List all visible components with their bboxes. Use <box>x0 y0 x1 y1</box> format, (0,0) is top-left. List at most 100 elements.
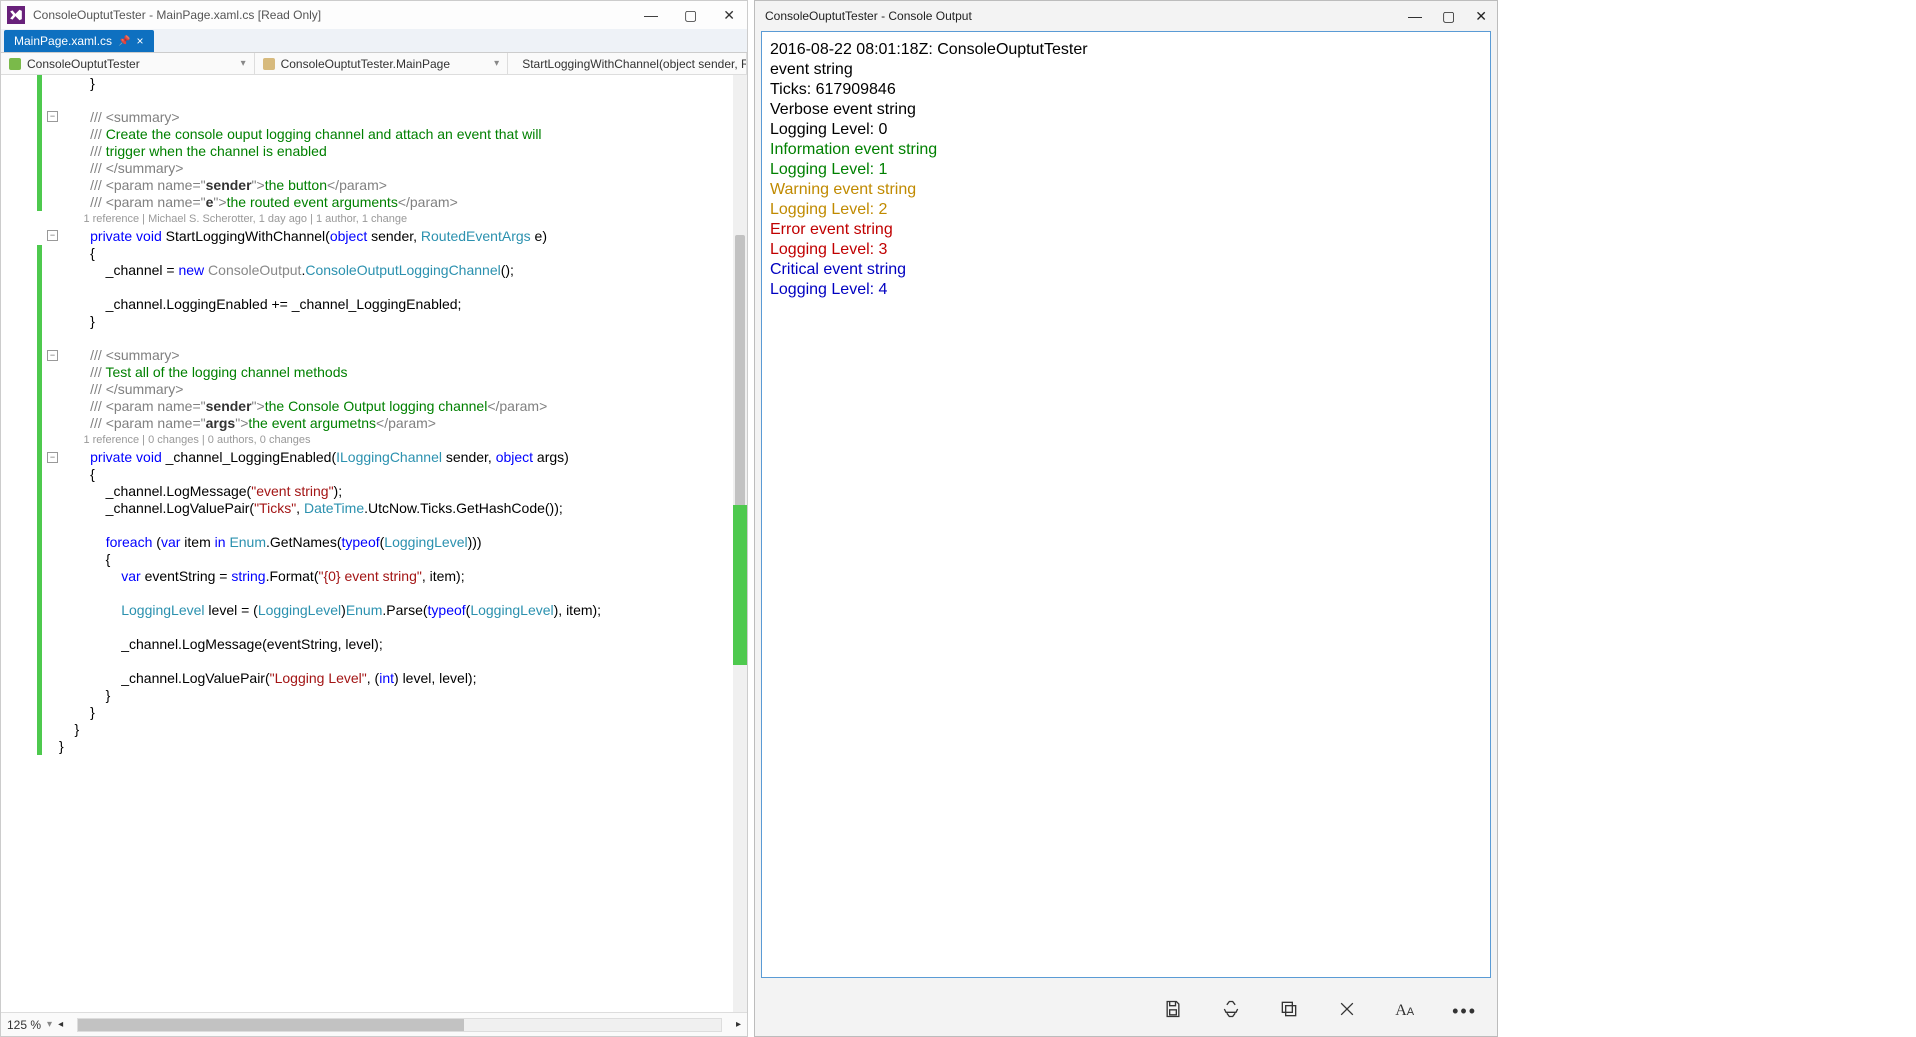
more-icon[interactable]: ••• <box>1452 1001 1477 1022</box>
code-line: } <box>59 738 747 755</box>
console-line: Logging Level: 2 <box>770 200 1482 220</box>
code-line: var eventString = string.Format("{0} eve… <box>59 568 747 585</box>
code-line: _channel.LogValuePair("Ticks", DateTime.… <box>59 500 747 517</box>
code-line: /// <summary> <box>59 347 747 364</box>
nav-type-dropdown[interactable]: ConsoleOuptutTester.MainPage ▾ <box>255 53 509 74</box>
scrollbar-thumb[interactable] <box>78 1019 464 1031</box>
copy-icon[interactable] <box>1279 999 1299 1024</box>
code-line: _channel.LogValuePair("Logging Level", (… <box>59 670 747 687</box>
close-button[interactable]: ✕ <box>717 7 741 24</box>
code-line <box>59 330 747 347</box>
code-line: _channel.LogMessage("event string"); <box>59 483 747 500</box>
code-line: { <box>59 466 747 483</box>
hscroll-left[interactable]: ◂ <box>58 1019 63 1030</box>
vs-title-text: ConsoleOuptutTester - MainPage.xaml.cs [… <box>33 8 638 22</box>
code-line: } <box>59 687 747 704</box>
console-line: Information event string <box>770 140 1482 160</box>
fold-toggle[interactable] <box>47 452 58 463</box>
console-title-text: ConsoleOuptutTester - Console Output <box>765 9 1408 23</box>
code-text-area[interactable]: } /// <summary> /// Create the console o… <box>59 75 747 1012</box>
code-line: /// <param name="sender">the Console Out… <box>59 398 747 415</box>
zoom-dropdown-icon[interactable]: ▾ <box>47 1019 52 1030</box>
code-line: 1 reference | Michael S. Scherotter, 1 d… <box>59 211 747 228</box>
fold-toggle[interactable] <box>47 111 58 122</box>
chevron-down-icon: ▾ <box>241 58 246 69</box>
horizontal-scrollbar[interactable] <box>77 1018 722 1032</box>
change-indicator <box>37 75 42 211</box>
code-line: { <box>59 245 747 262</box>
console-output-area[interactable]: 2016-08-22 08:01:18Z: ConsoleOuptutTeste… <box>761 31 1491 978</box>
code-line <box>59 517 747 534</box>
code-line: _channel = new ConsoleOutput.ConsoleOutp… <box>59 262 747 279</box>
vs-titlebar[interactable]: ConsoleOuptutTester - MainPage.xaml.cs [… <box>1 1 747 29</box>
code-line: 1 reference | 0 changes | 0 authors, 0 c… <box>59 432 747 449</box>
vs-tab-mainpage[interactable]: MainPage.xaml.cs 📌 × <box>4 30 154 52</box>
code-line: /// Create the console ouput logging cha… <box>59 126 747 143</box>
zoom-level[interactable]: 125 % <box>7 1018 41 1032</box>
code-line: /// trigger when the channel is enabled <box>59 143 747 160</box>
code-line: private void _channel_LoggingEnabled(ILo… <box>59 449 747 466</box>
tab-label: MainPage.xaml.cs <box>14 34 112 48</box>
code-line <box>59 92 747 109</box>
font-size-icon[interactable]: AA <box>1395 1002 1414 1020</box>
console-titlebar[interactable]: ConsoleOuptutTester - Console Output — ▢… <box>755 1 1497 31</box>
code-line: } <box>59 721 747 738</box>
change-indicator <box>37 245 42 755</box>
hscroll-right[interactable]: ▸ <box>736 1019 741 1030</box>
console-line: Logging Level: 3 <box>770 240 1482 260</box>
nav-member-dropdown[interactable]: StartLoggingWithChannel(object sender, R… <box>508 53 747 74</box>
editor-gutter <box>1 75 59 1012</box>
console-line: Logging Level: 4 <box>770 280 1482 300</box>
code-line: private void StartLoggingWithChannel(obj… <box>59 228 747 245</box>
pin-icon[interactable]: 📌 <box>118 36 130 47</box>
fold-toggle[interactable] <box>47 350 58 361</box>
save-icon[interactable] <box>1163 999 1183 1024</box>
minimize-button[interactable]: — <box>638 7 664 24</box>
console-toolbar: AA ••• <box>755 986 1497 1036</box>
code-line: /// </summary> <box>59 381 747 398</box>
code-line: _channel.LoggingEnabled += _channel_Logg… <box>59 296 747 313</box>
code-line <box>59 279 747 296</box>
code-line <box>59 585 747 602</box>
nav-type-label: ConsoleOuptutTester.MainPage <box>281 57 450 71</box>
nav-project-dropdown[interactable]: ConsoleOuptutTester ▾ <box>1 53 255 74</box>
console-line: Logging Level: 0 <box>770 120 1482 140</box>
class-icon <box>263 58 275 70</box>
console-line: Warning event string <box>770 180 1482 200</box>
chevron-down-icon: ▾ <box>494 58 499 69</box>
code-line: } <box>59 704 747 721</box>
visual-studio-window: ConsoleOuptutTester - MainPage.xaml.cs [… <box>0 0 748 1037</box>
csharp-project-icon <box>9 58 21 70</box>
console-line: Critical event string <box>770 260 1482 280</box>
code-line <box>59 653 747 670</box>
code-line: { <box>59 551 747 568</box>
visual-studio-icon <box>7 6 25 24</box>
code-line: /// Test all of the logging channel meth… <box>59 364 747 381</box>
code-line: _channel.LogMessage(eventString, level); <box>59 636 747 653</box>
fold-toggle[interactable] <box>47 230 58 241</box>
recycle-icon[interactable] <box>1221 999 1241 1024</box>
console-line: Error event string <box>770 220 1482 240</box>
minimize-button[interactable]: — <box>1408 8 1422 25</box>
tab-close-icon[interactable]: × <box>137 34 144 48</box>
vs-statusbar: 125 % ▾ ◂ ▸ <box>1 1012 747 1036</box>
nav-project-label: ConsoleOuptutTester <box>27 57 140 71</box>
code-line: /// <param name="e">the routed event arg… <box>59 194 747 211</box>
vs-navigation-bar: ConsoleOuptutTester ▾ ConsoleOuptutTeste… <box>1 53 747 75</box>
maximize-button[interactable]: ▢ <box>1442 8 1455 25</box>
code-line <box>59 619 747 636</box>
code-line: } <box>59 75 747 92</box>
console-line: Verbose event string <box>770 100 1482 120</box>
code-editor[interactable]: } /// <summary> /// Create the console o… <box>1 75 747 1012</box>
code-line: /// <param name="args">the event argumet… <box>59 415 747 432</box>
nav-member-label: StartLoggingWithChannel(object sender, R… <box>522 57 747 71</box>
code-line: LoggingLevel level = (LoggingLevel)Enum.… <box>59 602 747 619</box>
vs-document-tabs: MainPage.xaml.cs 📌 × <box>1 29 747 53</box>
maximize-button[interactable]: ▢ <box>678 7 703 24</box>
vertical-scrollbar[interactable] <box>733 75 747 1012</box>
console-line: 2016-08-22 08:01:18Z: ConsoleOuptutTeste… <box>770 40 1482 60</box>
console-line: Logging Level: 1 <box>770 160 1482 180</box>
clear-icon[interactable] <box>1337 999 1357 1024</box>
close-button[interactable]: ✕ <box>1475 8 1487 25</box>
scrollbar-change-mark <box>733 505 747 665</box>
